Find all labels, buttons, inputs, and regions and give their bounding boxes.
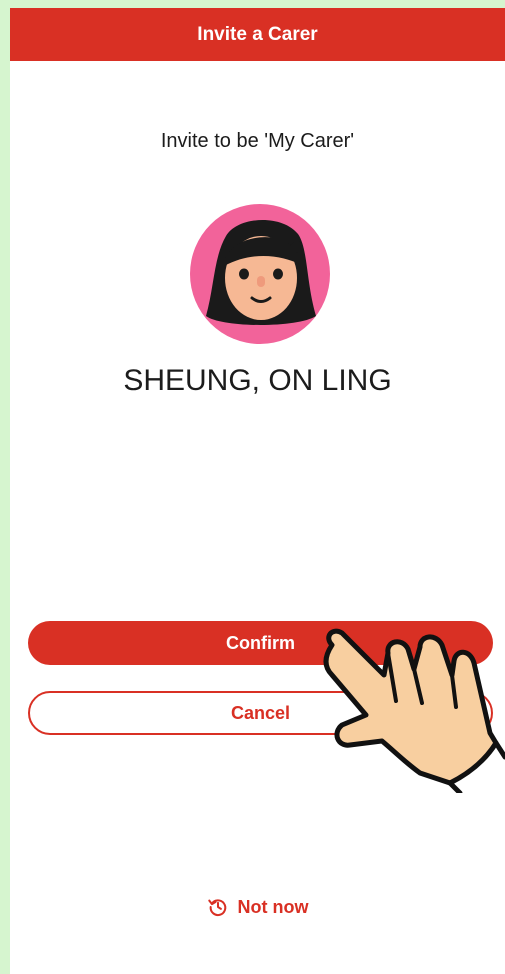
female-avatar-icon <box>190 204 330 344</box>
invite-subtitle: Invite to be 'My Carer' <box>160 130 355 152</box>
confirm-label: Confirm <box>226 632 295 653</box>
not-now-label: Not now <box>237 896 309 917</box>
app-screen: Invite a Carer Invite to be 'My Carer' S… <box>10 8 505 974</box>
carer-name: SHEUNG, ON LING <box>123 364 392 397</box>
page-title: Invite a Carer <box>197 23 318 45</box>
not-now-link[interactable]: Not now <box>10 896 505 918</box>
header-bar: Invite a Carer <box>10 8 505 61</box>
cancel-label: Cancel <box>230 702 291 723</box>
history-icon <box>207 899 226 916</box>
pointing-hand-icon <box>323 628 505 793</box>
